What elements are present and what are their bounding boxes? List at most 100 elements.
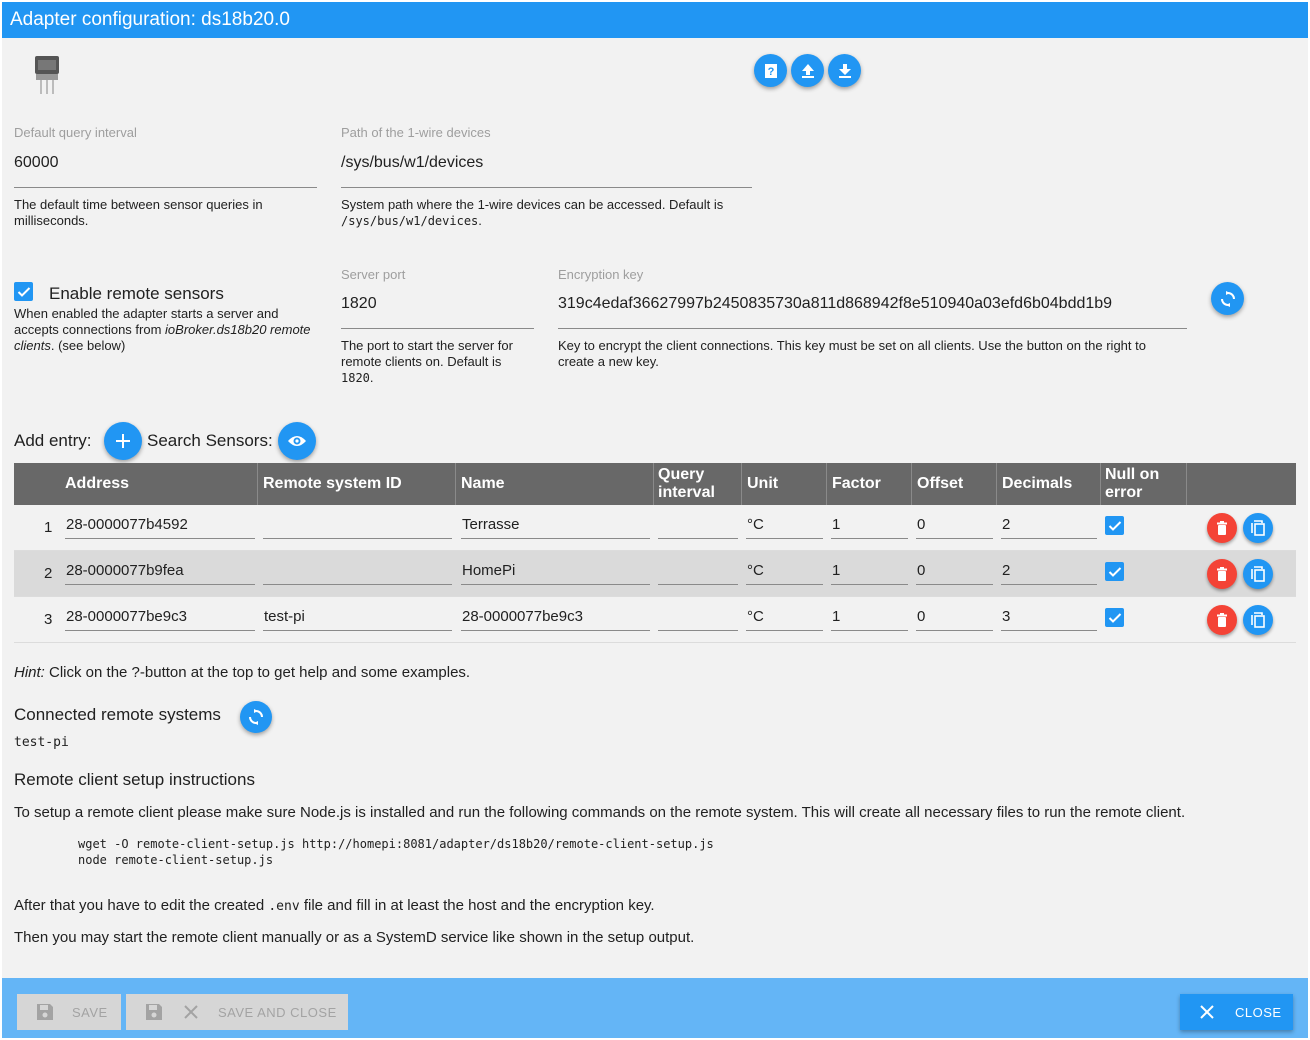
server-port-help-text: The port to start the server for remote … [341,338,513,369]
null-on-error-checkbox[interactable] [1105,562,1124,581]
download-button[interactable] [828,54,861,87]
factor-input[interactable]: 1 [831,513,908,539]
w1-path-help-suffix: . [478,213,482,228]
remote-id-input[interactable] [263,559,452,585]
col-name: Name [461,475,505,492]
enable-remote-checkbox[interactable] [14,282,33,301]
unit-input[interactable]: °C [746,559,823,585]
add-entry-label: Add entry: [14,431,92,450]
query-interval-input[interactable]: 60000 [14,154,317,188]
col-address: Address [65,475,130,492]
plus-icon [116,434,130,448]
decimals-input[interactable]: 3 [1001,605,1097,631]
help-button[interactable]: ? [754,54,787,87]
factor-input[interactable]: 1 [831,559,908,585]
server-port-help: The port to start the server for remote … [341,338,536,386]
copy-row-button[interactable] [1243,559,1273,589]
window-title: Adapter configuration: ds18b20.0 [2,2,1308,38]
close-icon [1200,1005,1214,1019]
copy-icon [1251,520,1265,536]
refresh-icon [1220,290,1235,307]
query-interval-input[interactable] [658,513,738,539]
name-input[interactable]: HomePi [461,559,650,585]
col-remote-id: Remote system ID [263,475,402,492]
close-icon [184,1005,198,1019]
remote-id-input[interactable]: test-pi [263,605,452,631]
col-offset: Offset [917,475,964,492]
hint-body: Click on the ?-button at the top to get … [44,664,471,681]
footer-bar: SAVE SAVE AND CLOSE CLOSE [2,978,1308,1038]
server-port-help-code: 1820 [341,371,370,385]
null-on-error-checkbox[interactable] [1105,608,1124,627]
delete-row-button[interactable] [1207,513,1237,543]
remote-id-input[interactable] [263,513,452,539]
copy-icon [1251,566,1265,582]
header-divider [455,463,456,505]
query-interval-input[interactable] [658,605,738,631]
encryption-key-input[interactable]: 319c4edaf36627997b2450835730a811d868942f… [558,295,1187,329]
enable-remote-help-suffix: . (see below) [50,338,126,353]
delete-row-button[interactable] [1207,559,1237,589]
name-input[interactable]: Terrasse [461,513,650,539]
query-interval-input[interactable] [658,559,738,585]
add-entry-button[interactable] [104,422,142,460]
enable-remote-label[interactable]: Enable remote sensors [49,284,224,304]
col-null-on-error: Null on error [1105,466,1160,501]
refresh-icon [249,709,263,725]
header-divider [257,463,258,505]
copy-icon [1251,612,1265,628]
trash-icon [1217,567,1227,581]
unit-input[interactable]: °C [746,605,823,631]
name-input[interactable]: 28-0000077be9c3 [461,605,650,631]
header-divider [911,463,912,505]
copy-row-button[interactable] [1243,605,1273,635]
save-button[interactable]: SAVE [17,994,121,1030]
unit-input[interactable]: °C [746,513,823,539]
decimals-input[interactable]: 2 [1001,559,1097,585]
server-port-input[interactable]: 1820 [341,295,534,329]
table-row: 3 28-0000077be9c3 test-pi 28-0000077be9c… [14,597,1296,643]
trash-icon [1217,613,1227,627]
hint-label: Hint: [14,664,45,681]
refresh-remote-systems-button[interactable] [240,701,272,733]
instructions-then: Then you may start the remote client man… [14,929,695,946]
svg-text:?: ? [767,66,774,78]
header-divider [1186,463,1187,505]
query-interval-label: Default query interval [14,125,137,140]
eye-icon [288,436,306,446]
null-on-error-checkbox[interactable] [1105,516,1124,535]
w1-path-input[interactable]: /sys/bus/w1/devices [341,154,752,188]
offset-input[interactable]: 0 [916,605,993,631]
save-and-close-button[interactable]: SAVE AND CLOSE [126,994,348,1030]
after-text: After that you have to edit the created [14,897,265,914]
table-row: 2 28-0000077b9fea HomePi °C 1 0 2 [14,551,1296,597]
factor-input[interactable]: 1 [831,605,908,631]
col-decimals: Decimals [1002,475,1073,492]
floppy-disk-icon [146,1004,162,1020]
offset-input[interactable]: 0 [916,513,993,539]
address-input[interactable]: 28-0000077be9c3 [65,605,255,631]
instructions-after: After that you have to edit the created … [14,897,655,914]
table-row: 1 28-0000077b4592 Terrasse °C 1 0 2 [14,505,1296,551]
upload-button[interactable] [791,54,824,87]
delete-row-button[interactable] [1207,605,1237,635]
search-sensors-button[interactable] [278,422,316,460]
save-and-close-label: SAVE AND CLOSE [218,1004,337,1020]
address-input[interactable]: 28-0000077b4592 [65,513,255,539]
upload-icon [801,63,814,78]
remote-system-item: test-pi [14,735,69,750]
close-button[interactable]: CLOSE [1180,994,1293,1030]
checkmark-icon [17,286,30,297]
header-divider [653,463,654,505]
server-port-help-suffix: . [369,370,374,385]
close-label: CLOSE [1235,1004,1282,1020]
copy-row-button[interactable] [1243,513,1273,543]
offset-input[interactable]: 0 [916,559,993,585]
save-label: SAVE [72,1004,108,1020]
config-content: ? Default query interval 60000 The defau… [2,38,1308,978]
table-header: Address Remote system ID Name Query inte… [14,463,1296,505]
generate-key-button[interactable] [1211,282,1244,315]
address-input[interactable]: 28-0000077b9fea [65,559,255,585]
col-query-interval: Query interval [658,466,715,501]
decimals-input[interactable]: 2 [1001,513,1097,539]
